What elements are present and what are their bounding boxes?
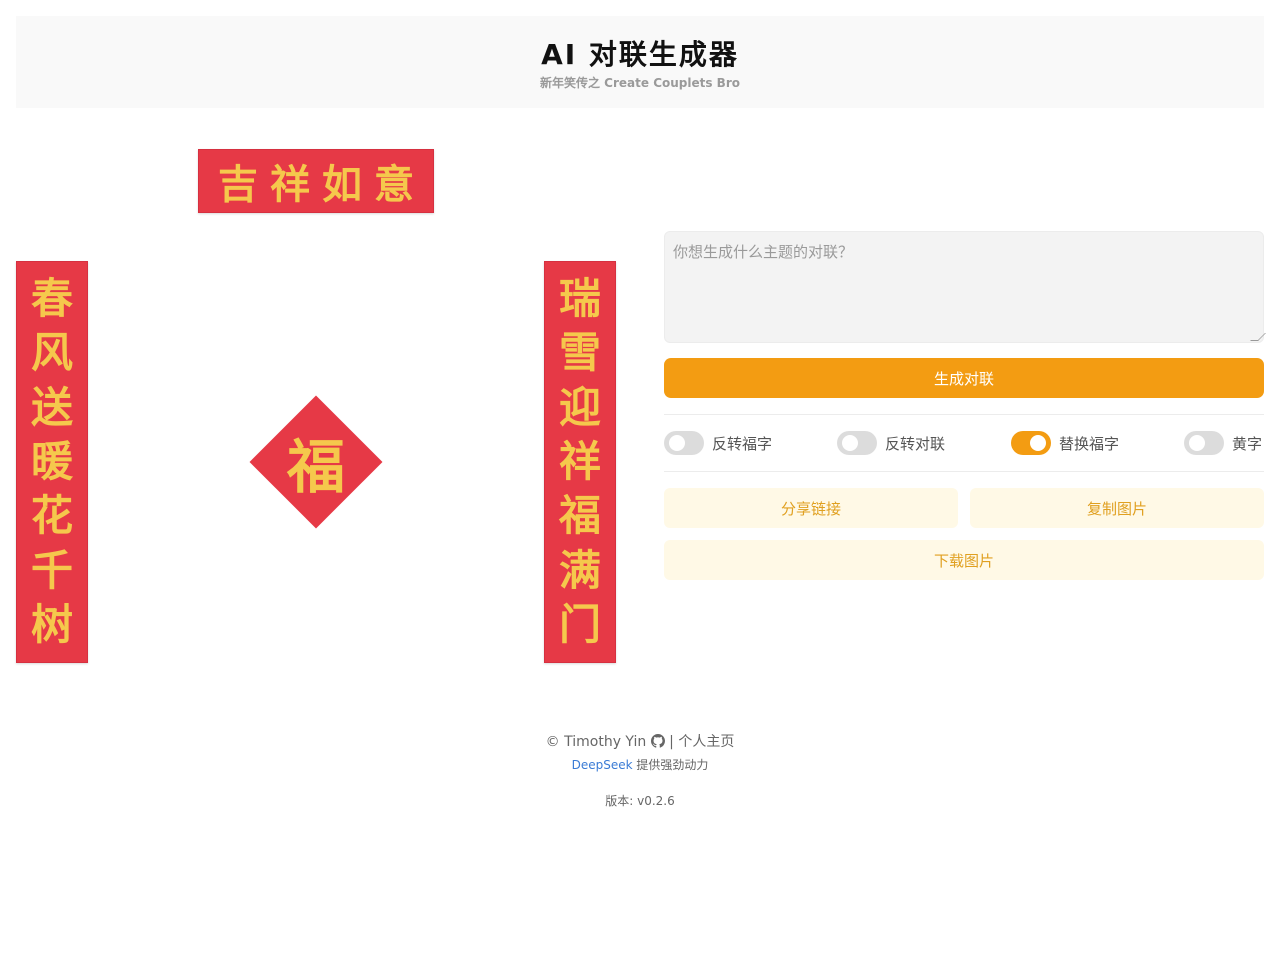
right-couplet-char: 迎 xyxy=(558,382,601,432)
right-couplet-char: 福 xyxy=(558,491,601,541)
toggle-knob xyxy=(1189,435,1205,451)
app-title: AI 对联生成器 xyxy=(541,38,739,71)
toggle-label: 黄字 xyxy=(1232,434,1263,453)
app-subtitle: 新年笑传之 Create Couplets Bro xyxy=(540,76,740,90)
divider xyxy=(664,471,1264,472)
toggle-knob xyxy=(669,435,685,451)
homepage-link[interactable]: 个人主页 xyxy=(678,734,734,750)
toggle-label: 替换福字 xyxy=(1059,434,1120,453)
toggle-knob xyxy=(1030,435,1046,451)
github-icon[interactable] xyxy=(650,734,665,752)
right-couplet-char: 门 xyxy=(558,599,601,649)
left-couplet-char: 花 xyxy=(30,491,73,541)
footer-separator: | xyxy=(669,734,674,750)
toggle-switch[interactable] xyxy=(1011,431,1051,455)
toggle-switch[interactable] xyxy=(664,431,704,455)
fu-diamond: 福 xyxy=(249,395,383,529)
toggle-replace-fu[interactable]: 替换福字 xyxy=(1011,430,1119,456)
fu-character: 福 xyxy=(286,433,345,501)
toggle-row: 反转福字 反转对联 替换福字 黄字 xyxy=(664,430,1280,456)
toggle-label: 反转对联 xyxy=(885,434,946,453)
left-couplet-char: 暖 xyxy=(30,436,73,486)
toggle-switch[interactable] xyxy=(1184,431,1224,455)
download-image-button[interactable]: 下载图片 xyxy=(664,540,1264,580)
toggle-label: 反转福字 xyxy=(712,434,773,453)
left-couplet-char: 送 xyxy=(30,382,73,432)
right-couplet-char: 瑞 xyxy=(558,274,601,324)
left-couplet-char: 树 xyxy=(30,599,73,649)
toggle-knob xyxy=(842,435,858,451)
toggle-switch[interactable] xyxy=(837,431,877,455)
left-couplet: 春 风 送 暖 花 千 树 xyxy=(16,261,88,663)
toggle-flip-couplet[interactable]: 反转对联 xyxy=(837,430,945,456)
footer-powered: DeepSeek 提供强劲动力 xyxy=(0,756,1280,773)
right-couplet-char: 雪 xyxy=(558,328,601,378)
left-couplet-char: 风 xyxy=(30,328,73,378)
footer-credits: © Timothy Yin | 个人主页 xyxy=(0,731,1280,752)
toggle-yellow-text[interactable]: 黄字 xyxy=(1184,430,1262,456)
copyright-text: © Timothy Yin xyxy=(545,734,647,750)
right-couplet-char: 祥 xyxy=(558,436,601,486)
powered-text: 提供强劲动力 xyxy=(636,758,709,772)
app-header: AI 对联生成器 新年笑传之 Create Couplets Bro xyxy=(16,16,1264,108)
share-link-button[interactable]: 分享链接 xyxy=(664,488,958,528)
left-couplet-char: 春 xyxy=(30,274,73,324)
theme-prompt-input[interactable] xyxy=(664,231,1264,343)
generate-couplet-button[interactable]: 生成对联 xyxy=(664,358,1264,398)
left-couplet-char: 千 xyxy=(30,545,73,595)
right-couplet-char: 满 xyxy=(558,545,601,595)
toggle-flip-fu[interactable]: 反转福字 xyxy=(664,430,772,456)
copy-image-button[interactable]: 复制图片 xyxy=(970,488,1264,528)
horizontal-scroll: 吉祥如意 xyxy=(198,149,434,213)
version-text: 版本: v0.2.6 xyxy=(605,794,675,808)
divider xyxy=(664,414,1264,415)
deepseek-link[interactable]: DeepSeek xyxy=(572,758,633,772)
right-couplet: 瑞 雪 迎 祥 福 满 门 xyxy=(544,261,616,663)
